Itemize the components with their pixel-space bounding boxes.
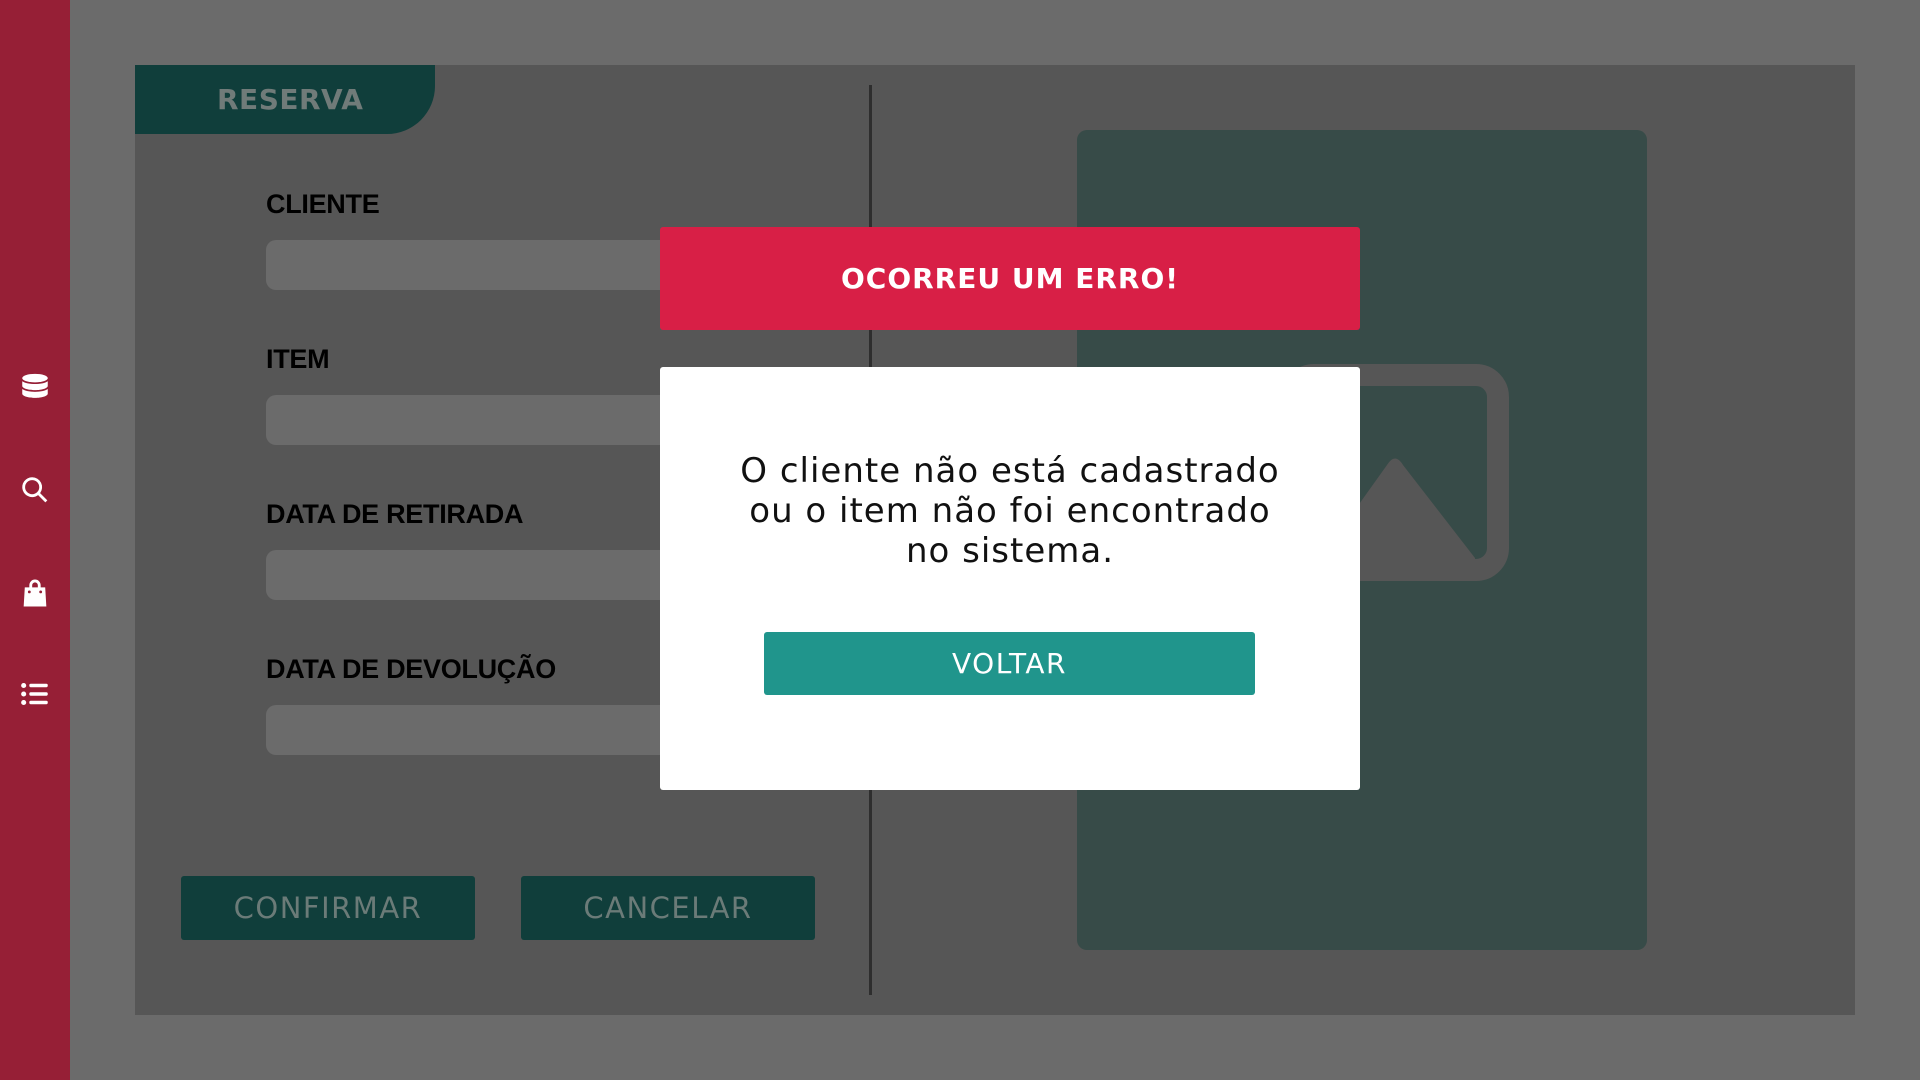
- confirm-button[interactable]: CONFIRMAR: [181, 876, 475, 940]
- data-retirada-label: DATA DE RETIRADA: [266, 499, 524, 529]
- error-modal-header: OCORREU UM ERRO!: [660, 227, 1360, 330]
- cancel-button[interactable]: CANCELAR: [521, 876, 815, 940]
- data-devolucao-label: DATA DE DEVOLUÇÃO: [266, 654, 556, 684]
- error-message-line: O cliente não está cadastrado: [740, 451, 1280, 491]
- back-button[interactable]: VOLTAR: [764, 632, 1255, 695]
- error-modal: O cliente não está cadastrado ou o item …: [660, 367, 1360, 790]
- data-devolucao-input[interactable]: [266, 705, 686, 755]
- sidebar-item-list[interactable]: [0, 666, 70, 722]
- error-message-line: ou o item não foi encontrado: [749, 491, 1271, 531]
- tab-reserva[interactable]: RESERVA: [135, 65, 435, 134]
- search-icon: [22, 477, 48, 503]
- sidebar: [0, 0, 70, 1080]
- list-icon: [21, 682, 48, 706]
- data-retirada-input[interactable]: [266, 550, 686, 600]
- error-message: O cliente não está cadastrado ou o item …: [660, 451, 1360, 571]
- database-icon: [22, 373, 48, 398]
- cliente-input[interactable]: [266, 240, 686, 290]
- sidebar-item-database[interactable]: [0, 360, 70, 416]
- shopping-bag-icon: [23, 579, 47, 607]
- sidebar-item-search[interactable]: [0, 462, 70, 518]
- item-label: ITEM: [266, 344, 330, 374]
- item-input[interactable]: [266, 395, 686, 445]
- error-message-line: no sistema.: [905, 531, 1115, 571]
- sidebar-item-bag[interactable]: [0, 565, 70, 621]
- cliente-label: CLIENTE: [266, 189, 380, 219]
